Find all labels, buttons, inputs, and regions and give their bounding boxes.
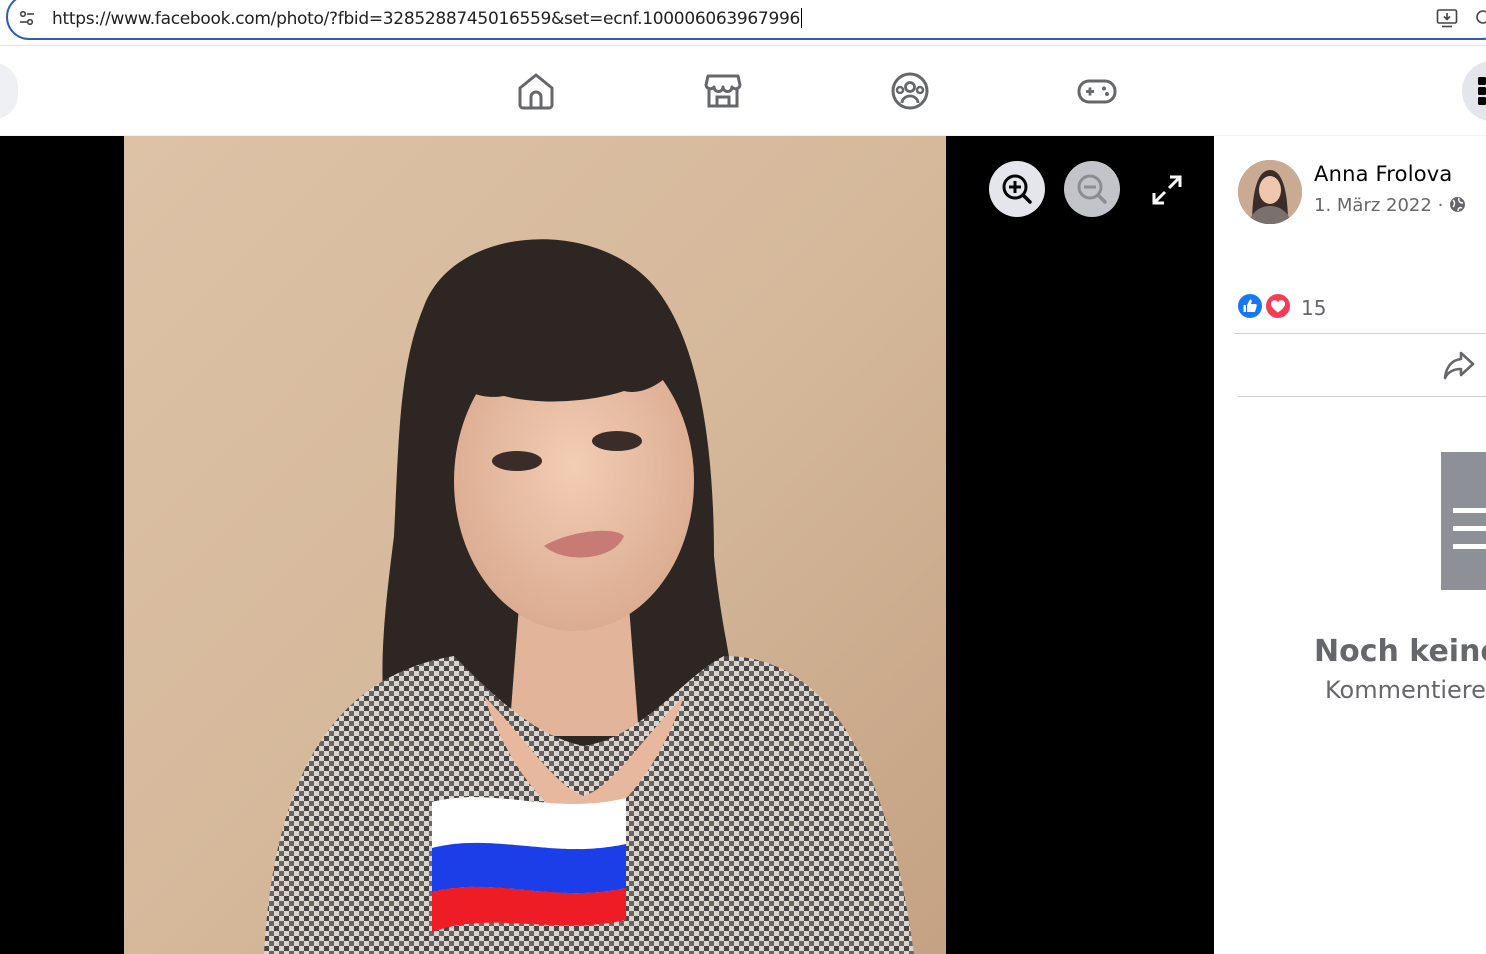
zoom-out-button[interactable]	[1064, 161, 1120, 217]
browser-address-bar: https://www.facebook.com/photo/?fbid=328…	[0, 0, 1486, 46]
avatar[interactable]	[1238, 160, 1302, 224]
photo-viewer	[0, 136, 1214, 954]
divider	[1238, 396, 1486, 397]
zoom-out-icon	[1077, 174, 1107, 204]
like-icon	[1236, 292, 1264, 320]
gaming-icon[interactable]	[1077, 71, 1117, 111]
facebook-nav-bar	[0, 47, 1486, 135]
no-comments-title: Noch keine	[1314, 634, 1486, 669]
groups-icon[interactable]	[890, 71, 930, 111]
marketplace-icon[interactable]	[703, 71, 743, 111]
globe-icon	[1450, 197, 1466, 212]
install-app-icon[interactable]	[1436, 8, 1458, 28]
reaction-count: 15	[1301, 296, 1327, 320]
zoom-in-icon	[1002, 174, 1032, 204]
url-field[interactable]: https://www.facebook.com/photo/?fbid=328…	[52, 8, 803, 29]
photo	[124, 136, 946, 954]
author-name[interactable]: Anna Frolova	[1314, 162, 1452, 186]
post-date-text[interactable]: 1. März 2022	[1314, 195, 1432, 216]
divider	[1234, 333, 1486, 334]
love-icon	[1264, 292, 1292, 320]
date-separator: ·	[1437, 195, 1444, 216]
portrait-image	[124, 136, 946, 954]
no-comments-illustration	[1441, 452, 1486, 590]
share-icon[interactable]	[1442, 348, 1476, 382]
site-info-icon[interactable]	[18, 9, 36, 27]
home-icon[interactable]	[516, 71, 556, 111]
flag-russia-sticker	[432, 797, 626, 932]
post-date: 1. März 2022 ·	[1314, 195, 1466, 216]
menu-icon[interactable]	[1478, 77, 1486, 105]
no-comments-subtitle: Kommentiere	[1325, 676, 1486, 704]
search-pill[interactable]	[0, 63, 18, 119]
zoom-icon[interactable]	[1474, 8, 1486, 28]
fullscreen-icon[interactable]	[1150, 173, 1184, 207]
zoom-in-button[interactable]	[989, 161, 1045, 217]
post-side-panel: Anna Frolova 1. März 2022 · 15 Noch kein…	[1214, 136, 1486, 954]
